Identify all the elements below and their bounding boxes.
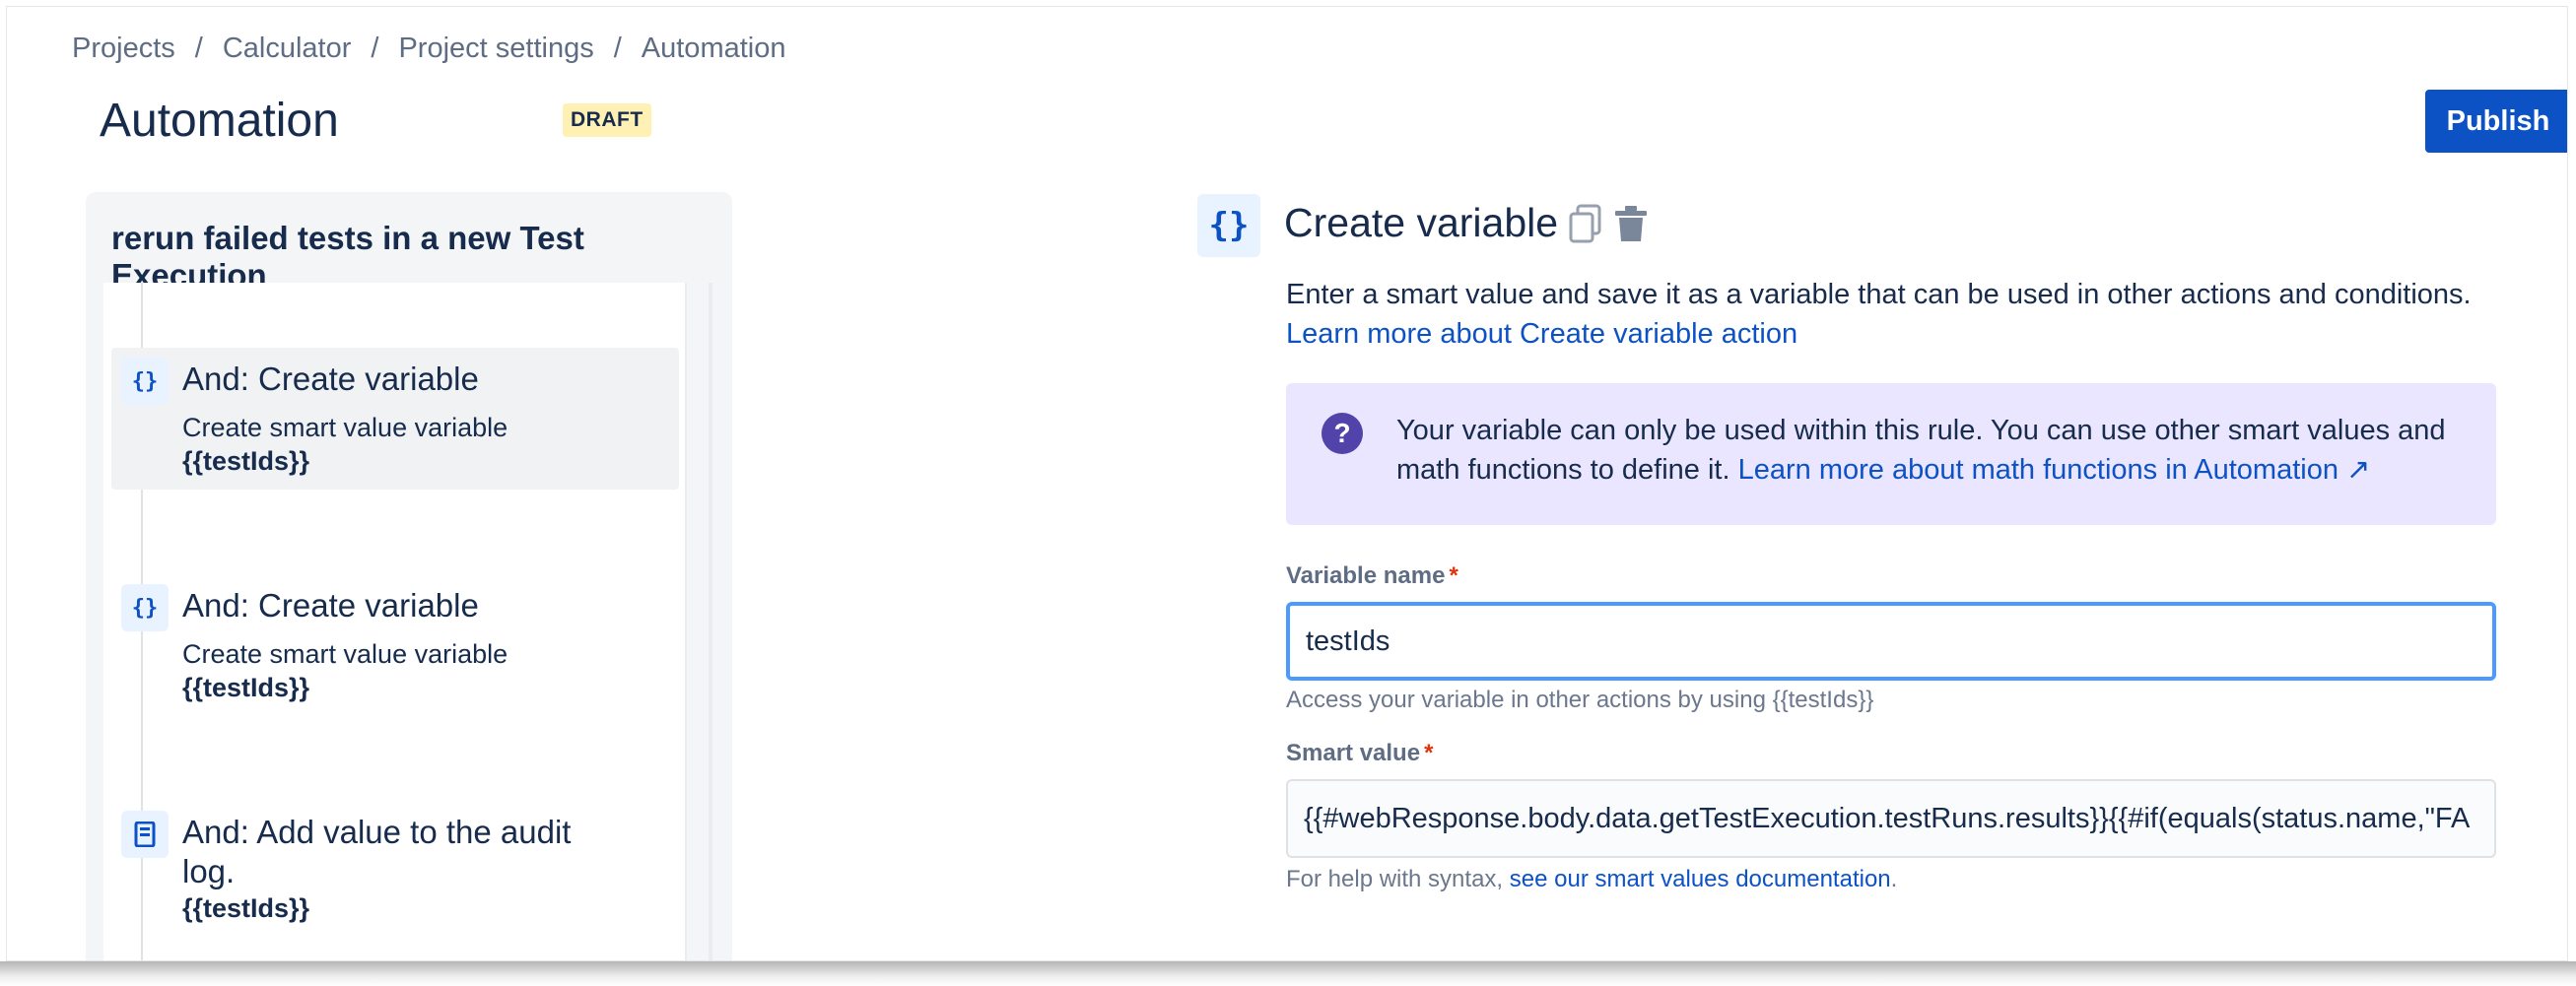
smart-value-label-text: Smart value xyxy=(1286,740,1421,766)
required-mark: * xyxy=(1424,740,1434,766)
status-badge: DRAFT xyxy=(563,103,651,137)
breadcrumb-project-settings[interactable]: Project settings xyxy=(398,33,593,65)
required-mark: * xyxy=(1449,562,1458,589)
breadcrumb-projects[interactable]: Projects xyxy=(72,33,175,65)
smart-value-label: Smart value * xyxy=(1286,740,1433,767)
variable-name-label: Variable name * xyxy=(1286,562,1458,590)
copy-icon[interactable] xyxy=(1568,204,1603,243)
smart-value-input[interactable] xyxy=(1286,779,2496,858)
step-title: And: Create variable xyxy=(182,587,479,624)
rule-step-audit-log[interactable]: And: Add value to the audit log. {{testI… xyxy=(111,801,679,958)
info-text: Your variable can only be used within th… xyxy=(1396,411,2471,490)
smart-value-helper-prefix: For help with syntax, xyxy=(1286,866,1504,892)
component-description: Enter a smart value and save it as a var… xyxy=(1286,279,2472,310)
rule-step-create-variable-2[interactable]: {} And: Create variable Create smart val… xyxy=(111,574,679,716)
smart-values-docs-link[interactable]: see our smart values documentation xyxy=(1510,866,1891,892)
step-variable: {{testIds}} xyxy=(182,893,310,923)
step-title: And: Add value to the audit xyxy=(182,814,572,850)
breadcrumb-calculator[interactable]: Calculator xyxy=(223,33,352,65)
variable-name-helper: Access your variable in other actions by… xyxy=(1286,687,1874,713)
rule-steps-list[interactable]: {} And: Create variable Create smart val… xyxy=(103,283,687,960)
variable-name-input[interactable] xyxy=(1286,602,2496,681)
smart-value-helper-suffix: . xyxy=(1890,866,1898,892)
question-icon: ? xyxy=(1322,413,1363,454)
step-title: And: Create variable xyxy=(182,361,479,397)
step-variable: {{testIds}} xyxy=(182,673,310,702)
learn-more-create-variable-link[interactable]: Learn more about Create variable action xyxy=(1286,314,1797,354)
braces-icon: {} xyxy=(121,584,169,631)
page-title: Automation xyxy=(100,95,339,147)
braces-icon: {} xyxy=(1197,194,1260,257)
audit-log-icon xyxy=(121,811,169,858)
component-title: Create variable xyxy=(1284,200,1559,245)
math-functions-link[interactable]: Learn more about math functions in Autom… xyxy=(1738,454,2371,486)
automation-page: Projects / Calculator / Project settings… xyxy=(6,6,2568,961)
breadcrumb: Projects / Calculator / Project settings… xyxy=(72,33,785,65)
smart-value-helper: For help with syntax, see our smart valu… xyxy=(1286,866,1897,893)
rule-panel: rerun failed tests in a new Test Executi… xyxy=(86,192,732,960)
breadcrumb-separator: / xyxy=(194,33,203,64)
breadcrumb-automation[interactable]: Automation xyxy=(642,33,786,65)
trash-icon[interactable] xyxy=(1613,204,1649,243)
page-shadow xyxy=(0,961,2576,986)
breadcrumb-separator: / xyxy=(371,33,379,64)
step-title-continued: log. xyxy=(182,853,236,889)
step-variable: {{testIds}} xyxy=(182,446,310,476)
info-panel: ? Your variable can only be used within … xyxy=(1286,383,2496,525)
step-subtitle: Create smart value variable xyxy=(182,639,508,669)
step-subtitle: Create smart value variable xyxy=(182,413,508,442)
rule-scrollbar[interactable] xyxy=(709,283,712,960)
braces-icon: {} xyxy=(121,358,169,405)
rule-step-create-variable-1[interactable]: {} And: Create variable Create smart val… xyxy=(111,348,679,490)
publish-button[interactable]: Publish xyxy=(2425,90,2567,153)
breadcrumb-separator: / xyxy=(613,33,622,64)
variable-name-label-text: Variable name xyxy=(1286,562,1446,589)
